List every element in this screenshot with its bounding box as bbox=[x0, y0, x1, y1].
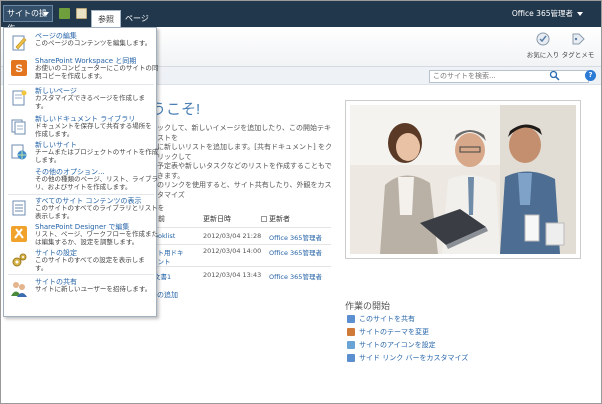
chevron-down-icon bbox=[43, 12, 49, 16]
menu-item-desc: このページのコンテンツを編集します。 bbox=[35, 39, 152, 47]
user-name: Office 365管理者 bbox=[511, 9, 573, 18]
menu-item-desc: サイトに新しいユーザーを招待します。 bbox=[35, 285, 152, 293]
share-icon bbox=[347, 315, 355, 323]
table-row[interactable]: ooklist 2012/03/04 21:28 Office 365管理者 bbox=[151, 227, 331, 244]
svg-text:S: S bbox=[15, 63, 22, 75]
image-icon bbox=[347, 341, 355, 349]
task-customize-quicklaunch[interactable]: サイド リンク バーをカスタマイズ bbox=[347, 353, 468, 364]
menu-item-desc: す。 bbox=[35, 101, 48, 110]
task-share-site[interactable]: このサイトを共有 bbox=[347, 314, 415, 325]
table-row[interactable]: スト用ドキ メント 2012/03/04 14:00 Office 365管理者 bbox=[151, 244, 331, 266]
chevron-down-icon bbox=[577, 12, 583, 16]
browser-frame: サイトの操作 参照 ページ Office 365管理者 お気に入り タグとメモ … bbox=[0, 0, 602, 404]
suite-bar: サイトの操作 参照 ページ Office 365管理者 bbox=[1, 1, 601, 33]
getting-started-title: 作業の開始 bbox=[345, 302, 391, 312]
people-photo bbox=[350, 105, 576, 254]
navigation-icon bbox=[347, 354, 355, 362]
gear-icon bbox=[12, 253, 27, 267]
tab-page[interactable]: ページ bbox=[119, 10, 155, 27]
menu-item-share-site[interactable]: サイトの共有 サイトに新しいユーザーを招待します。 bbox=[4, 278, 156, 297]
menu-item-desc: は編集するか、設定を調整します。 bbox=[35, 237, 139, 246]
column-header-modified-by-label: 更新者 bbox=[269, 215, 290, 223]
menu-item-desc: 作成します。 bbox=[35, 129, 74, 138]
menu-item-edit-page[interactable]: ページの編集 このページのコンテンツを編集します。 bbox=[4, 32, 156, 51]
intro-line: 予定表や新しいタスクなどのリストを作成することもできます。 bbox=[157, 162, 332, 180]
doc-modified-by[interactable]: Office 365管理者 bbox=[269, 271, 322, 281]
menu-item-desc: リ、およびサイトを作成します。 bbox=[35, 182, 132, 191]
table-row[interactable]: 文書1 2012/03/04 13:43 Office 365管理者 bbox=[151, 266, 331, 283]
column-header-modified[interactable]: 更新日時 bbox=[203, 214, 231, 224]
column-header-modified-by[interactable]: 更新者 bbox=[261, 214, 290, 224]
search-input[interactable]: このサイトを検索... bbox=[429, 70, 589, 83]
menu-item-view-all-content[interactable]: すべてのサイト コンテンツの表示 このサイトのすべてのライブラリとリストを 表示… bbox=[4, 197, 164, 220]
menu-separator bbox=[8, 274, 154, 275]
tag-icon bbox=[572, 33, 585, 45]
intro-text: ックして、新しいイメージを追加したり、この開始テキストを に新しいリストを追加し… bbox=[157, 124, 332, 200]
menu-separator bbox=[8, 194, 154, 195]
menu-item-desc: カスタマイズできるページを作成しま bbox=[35, 94, 146, 102]
user-menu[interactable]: Office 365管理者 bbox=[512, 8, 583, 19]
share-users-icon bbox=[11, 282, 27, 297]
menu-item-designer-edit[interactable]: SharePoint Designer で編集 リスト、ページ、ワークフローを作… bbox=[4, 223, 158, 246]
page-title: うこそ! bbox=[151, 101, 201, 118]
menu-item-new-doc-library[interactable]: 新しいドキュメント ライブラリ ドキュメントを保存して共有する場所を 作成します… bbox=[4, 115, 156, 138]
designer-edit-icon bbox=[11, 226, 27, 242]
new-doc-library-icon bbox=[11, 119, 26, 135]
new-page-icon bbox=[12, 90, 27, 106]
welcome-image bbox=[346, 101, 580, 258]
doc-modified-by[interactable]: Office 365管理者 bbox=[269, 232, 322, 242]
search-icon[interactable] bbox=[549, 70, 560, 81]
add-document-link[interactable]: の追加 bbox=[157, 290, 178, 300]
edit-page-icon bbox=[12, 35, 27, 51]
task-label: サイド リンク バーをカスタマイズ bbox=[359, 354, 469, 362]
tags-notes-label: タグとメモ bbox=[561, 51, 595, 59]
task-set-icon[interactable]: サイトのアイコンを設定 bbox=[347, 340, 436, 351]
favorite-label: お気に入り bbox=[526, 51, 560, 59]
menu-item-new-site[interactable]: 新しいサイト チームまたはプロジェクトのサイトを作成 します。 bbox=[4, 141, 158, 164]
favorite-icon bbox=[536, 32, 550, 46]
favorite-button[interactable]: お気に入り bbox=[526, 31, 560, 59]
doc-date: 2012/03/04 13:43 bbox=[203, 271, 262, 279]
task-change-theme[interactable]: サイトのテーマを変更 bbox=[347, 327, 429, 338]
menu-item-desc: します。 bbox=[35, 155, 61, 164]
menu-item-site-settings[interactable]: サイトの設定 このサイトのすべての設定を表示しま す。 bbox=[4, 249, 156, 272]
menu-item-desc: このサイトのすべての設定を表示しま bbox=[35, 256, 145, 264]
intro-line: のリンクを使用すると、サイト共有したり、外観をカスタマイズ bbox=[157, 181, 332, 199]
doc-date: 2012/03/04 21:28 bbox=[203, 232, 262, 240]
view-all-content-icon bbox=[12, 200, 26, 216]
menu-item-workspace-sync[interactable]: S SharePoint Workspace と同期 お使いのコンピューターにこ… bbox=[4, 57, 158, 80]
new-site-icon bbox=[11, 144, 27, 160]
doc-modified-by[interactable]: Office 365管理者 bbox=[269, 247, 322, 257]
task-label: サイトのアイコンを設定 bbox=[359, 341, 436, 349]
checkbox-icon[interactable] bbox=[261, 216, 267, 222]
site-actions-button[interactable]: サイトの操作 bbox=[3, 5, 53, 33]
doc-date: 2012/03/04 14:00 bbox=[203, 247, 262, 255]
menu-item-desc: 期コピーを作成します。 bbox=[35, 71, 106, 80]
task-label: このサイトを共有 bbox=[359, 315, 415, 323]
help-icon[interactable]: ? bbox=[585, 70, 596, 81]
edit-icon[interactable] bbox=[76, 8, 87, 19]
menu-item-more-options[interactable]: その他のオプション... その他の種類のページ、リスト、ライブラ リ、およびサイ… bbox=[4, 168, 158, 191]
theme-icon bbox=[347, 328, 355, 336]
intro-line: に新しいリストを追加します。[共有ドキュメント] をクリックして bbox=[157, 143, 332, 161]
tags-notes-button[interactable]: タグとメモ bbox=[561, 31, 595, 59]
menu-separator bbox=[8, 84, 154, 85]
menu-item-new-page[interactable]: 新しいページ カスタマイズできるページを作成しま す。 bbox=[4, 87, 156, 110]
navigate-up-icon[interactable] bbox=[59, 8, 70, 19]
menu-item-desc: す。 bbox=[35, 263, 48, 272]
intro-line: ックして、新しいイメージを追加したり、この開始テキストを bbox=[157, 124, 332, 142]
menu-item-desc: 表示します。 bbox=[35, 211, 74, 220]
task-label: サイトのテーマを変更 bbox=[359, 328, 429, 336]
tab-browse[interactable]: 参照 bbox=[91, 10, 121, 27]
workspace-sync-icon: S bbox=[11, 60, 27, 76]
site-actions-menu: ページの編集 このページのコンテンツを編集します。 S SharePoint W… bbox=[3, 27, 164, 317]
